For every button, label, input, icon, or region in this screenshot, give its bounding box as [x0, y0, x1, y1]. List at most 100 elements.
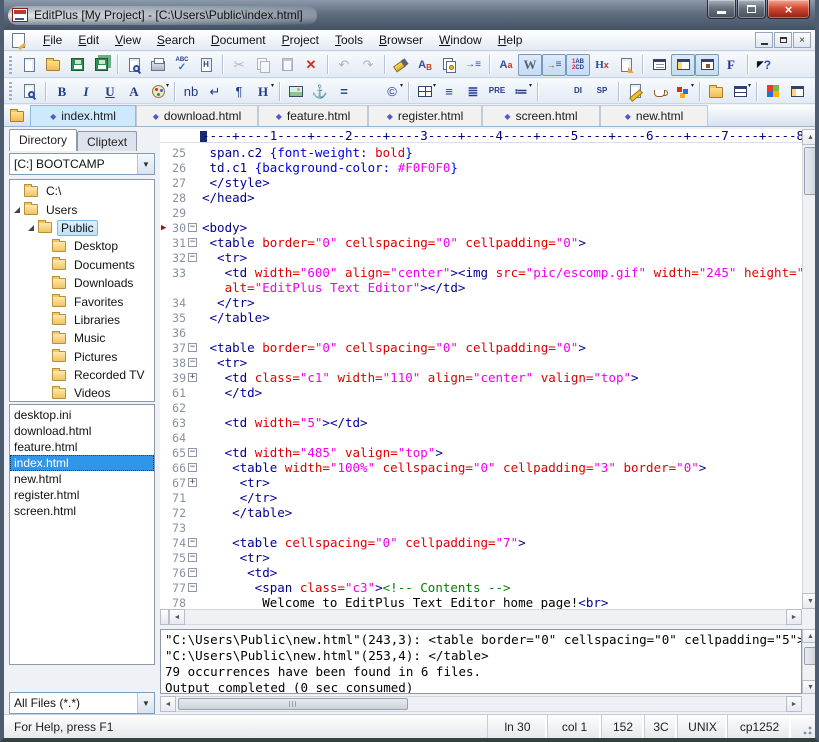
anchor-button[interactable]: ⚓: [308, 80, 332, 102]
output-line[interactable]: "C:\Users\Public\new.html"(243,3): <tabl…: [165, 632, 801, 648]
tb1-gripper[interactable]: [9, 56, 12, 74]
document-selector-button[interactable]: [4, 104, 30, 126]
list-button[interactable]: ≔▾: [509, 80, 533, 102]
save-button[interactable]: [65, 54, 89, 76]
fold-toggle[interactable]: −: [186, 343, 199, 352]
font-color-button[interactable]: ▾: [146, 80, 170, 102]
align-center-button[interactable]: ≣: [461, 80, 485, 102]
edit-cliptext-button[interactable]: [623, 80, 647, 102]
minimize-button[interactable]: [707, 0, 736, 19]
file-item-index-html[interactable]: index.html: [10, 455, 154, 471]
tree-item-desktop[interactable]: Desktop: [10, 237, 154, 255]
menu-window[interactable]: Window: [431, 31, 490, 49]
tab-index-html[interactable]: ◆index.html: [30, 105, 136, 126]
strikethrough-button[interactable]: [542, 80, 566, 102]
output-vscroll-thumb[interactable]: [804, 647, 817, 665]
expand-arrow-icon[interactable]: [28, 225, 34, 231]
tree-item-documents[interactable]: Documents: [10, 256, 154, 274]
output-hscroll-thumb[interactable]: [178, 698, 408, 710]
document-icon[interactable]: [12, 33, 25, 48]
fold-toggle[interactable]: −: [186, 553, 199, 562]
editor-hscrollbar[interactable]: [160, 609, 802, 625]
windows-tools-button[interactable]: [761, 80, 785, 102]
open-file-button[interactable]: [41, 54, 65, 76]
goto-line-button[interactable]: →≡: [461, 54, 485, 76]
output-line[interactable]: 79 occurrences have been found in 6 file…: [165, 664, 801, 680]
tool-groups-button[interactable]: ▾: [671, 80, 695, 102]
mdi-restore-button[interactable]: [774, 32, 792, 48]
fold-toggle[interactable]: −: [186, 223, 199, 232]
fold-toggle[interactable]: −: [186, 463, 199, 472]
horizontal-rule-button[interactable]: =: [332, 80, 356, 102]
tree-item-c[interactable]: C:\: [10, 182, 154, 200]
sidebar-tab-cliptext[interactable]: Cliptext: [77, 131, 137, 151]
dropdown-arrow-icon[interactable]: ▼: [137, 693, 154, 713]
file-item-register-html[interactable]: register.html: [10, 487, 154, 503]
word-wrap-button[interactable]: W: [518, 54, 542, 76]
italic-button[interactable]: I: [74, 80, 98, 102]
mdi-close-button[interactable]: ×: [793, 32, 811, 48]
tab-register-html[interactable]: ◆register.html: [368, 105, 482, 126]
output-line[interactable]: Output completed (0 sec consumed): [165, 680, 801, 694]
non-breaking-space-button[interactable]: nb: [179, 80, 203, 102]
find-in-files-button[interactable]: [437, 54, 461, 76]
dropdown-arrow-icon[interactable]: ▼: [137, 154, 154, 174]
view-in-browser-button[interactable]: [17, 80, 41, 102]
file-item-feature-html[interactable]: feature.html: [10, 439, 154, 455]
output-window-toggle-button[interactable]: [647, 54, 671, 76]
fold-toggle[interactable]: +: [186, 478, 199, 487]
tree-item-libraries[interactable]: Libraries: [10, 311, 154, 329]
set-marker-button[interactable]: →≡: [542, 54, 566, 76]
tree-item-recorded-tv[interactable]: Recorded TV: [10, 366, 154, 384]
menu-browser[interactable]: Browser: [371, 31, 431, 49]
user-tools-button[interactable]: [647, 80, 671, 102]
file-item-desktop-ini[interactable]: desktop.ini: [10, 407, 154, 423]
replace-button[interactable]: AB: [413, 54, 437, 76]
tab-download-html[interactable]: ◆download.html: [136, 105, 258, 126]
tab-new-html[interactable]: ◆new.html: [600, 105, 708, 126]
maximize-button[interactable]: [737, 0, 766, 19]
document-template-button[interactable]: H: [194, 54, 218, 76]
menu-file[interactable]: File: [35, 31, 70, 49]
delete-button[interactable]: ✕: [299, 54, 323, 76]
table-button[interactable]: ▾: [413, 80, 437, 102]
change-case-button[interactable]: Aa: [494, 54, 518, 76]
paragraph-button[interactable]: ¶: [227, 80, 251, 102]
tree-item-public[interactable]: Public: [10, 219, 154, 237]
output-scroll-left-button[interactable]: ◄: [160, 696, 176, 712]
editor-vscrollbar[interactable]: [802, 129, 819, 609]
menu-project[interactable]: Project: [274, 31, 327, 49]
tree-item-pictures[interactable]: Pictures: [10, 348, 154, 366]
find-button[interactable]: [389, 54, 413, 76]
split-window-button[interactable]: ▾: [728, 80, 752, 102]
output-scroll-down-button[interactable]: ▼: [802, 680, 819, 694]
menu-tools[interactable]: Tools: [327, 31, 371, 49]
line-numbers-button[interactable]: 1AB2CD: [566, 54, 590, 76]
mdi-minimize-button[interactable]: [755, 32, 773, 48]
output-scroll-up-button[interactable]: ▲: [802, 629, 819, 643]
tb2-gripper[interactable]: [9, 82, 12, 100]
output-line[interactable]: "C:\Users\Public\new.html"(253,4): </tab…: [165, 648, 801, 664]
function-list-button[interactable]: F: [719, 54, 743, 76]
align-left-button[interactable]: ≡: [437, 80, 461, 102]
scroll-left-button[interactable]: ◄: [169, 609, 185, 625]
file-item-screen-html[interactable]: screen.html: [10, 503, 154, 519]
code-editor[interactable]: 25 span.c2 {font-weight: bold}26 td.c1 {…: [160, 143, 802, 609]
file-item-new-html[interactable]: new.html: [10, 471, 154, 487]
special-character-button[interactable]: ©▾: [380, 80, 404, 102]
tree-item-favorites[interactable]: Favorites: [10, 292, 154, 310]
title-bar[interactable]: EditPlus [My Project] - [C:\Users\Public…: [0, 0, 819, 30]
span-button[interactable]: SP: [590, 80, 614, 102]
menu-search[interactable]: Search: [149, 31, 203, 49]
output-window[interactable]: "C:\Users\Public\new.html"(243,3): <tabl…: [160, 629, 802, 694]
image-button[interactable]: [284, 80, 308, 102]
tree-item-music[interactable]: Music: [10, 329, 154, 347]
menu-help[interactable]: Help: [490, 31, 531, 49]
scroll-up-button[interactable]: ▲: [802, 129, 819, 145]
scroll-right-button[interactable]: ►: [786, 609, 802, 625]
tree-item-users[interactable]: Users: [10, 200, 154, 218]
drive-selector[interactable]: [C:] BOOTCAMP ▼: [9, 153, 155, 175]
resize-grip[interactable]: [801, 724, 813, 736]
font-button[interactable]: A: [122, 80, 146, 102]
preformatted-button[interactable]: PRE: [485, 80, 509, 102]
